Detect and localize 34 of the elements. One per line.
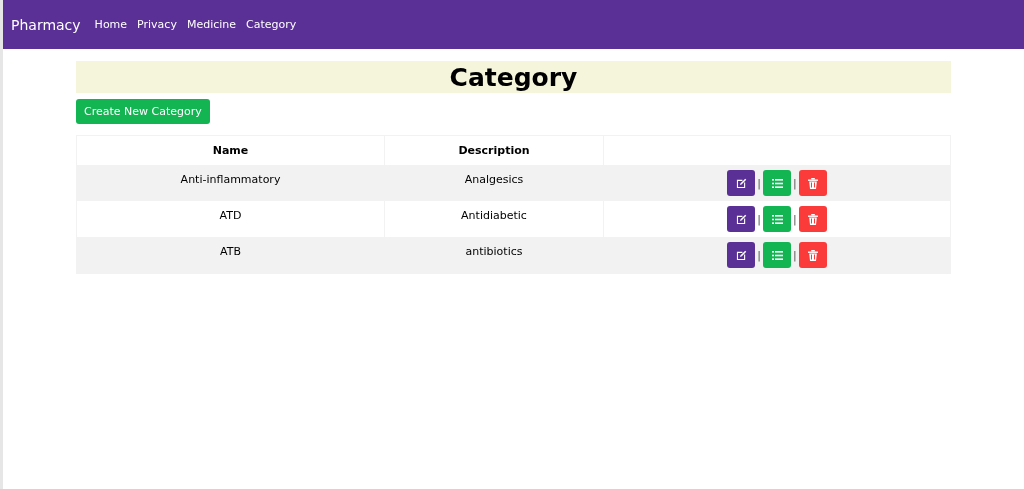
separator: |: [757, 248, 761, 262]
separator: |: [793, 212, 797, 226]
delete-button[interactable]: [798, 242, 827, 268]
separator: |: [757, 176, 761, 190]
edit-icon: [735, 177, 747, 189]
list-icon: [771, 250, 783, 260]
trash-icon: [807, 213, 818, 225]
table-cell: antibiotics: [384, 237, 604, 273]
list-icon: [771, 178, 783, 188]
table-cell: Analgesics: [384, 165, 604, 201]
nav-link[interactable]: Category: [246, 18, 297, 31]
nav-link[interactable]: Medicine: [186, 18, 237, 31]
trash-icon: [807, 249, 818, 261]
nav-link[interactable]: Privacy: [137, 18, 177, 31]
edit-button[interactable]: [727, 206, 756, 232]
separator: |: [757, 212, 761, 226]
trash-icon: [807, 177, 818, 189]
separator: |: [793, 248, 797, 262]
details-button[interactable]: [763, 206, 791, 232]
table-cell: Anti-inflammatory: [76, 165, 385, 201]
page-heading: Category: [76, 61, 951, 93]
edit-button[interactable]: [727, 242, 756, 268]
edit-button[interactable]: [727, 170, 756, 196]
details-button[interactable]: [763, 242, 791, 268]
nav-link[interactable]: Home: [94, 18, 128, 31]
delete-button[interactable]: [798, 206, 827, 232]
separator: |: [793, 176, 797, 190]
edit-icon: [735, 249, 747, 261]
details-button[interactable]: [763, 170, 791, 196]
brand-link[interactable]: Pharmacy: [11, 16, 81, 33]
edit-icon: [735, 213, 747, 225]
table-cell: ATB: [76, 237, 385, 273]
delete-button[interactable]: [798, 170, 827, 196]
list-icon: [771, 214, 783, 224]
